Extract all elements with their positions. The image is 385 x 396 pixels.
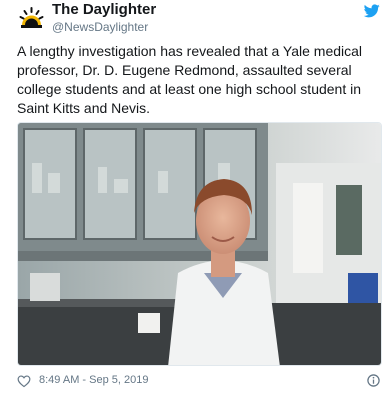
heart-icon[interactable] <box>17 374 31 388</box>
tweet-photo[interactable] <box>17 122 382 366</box>
tweet-card: The Daylighter @NewsDaylighter A lengthy… <box>0 0 385 396</box>
sunrise-logo-icon[interactable] <box>17 4 46 33</box>
tweet-header: The Daylighter @NewsDaylighter <box>17 1 385 37</box>
user-handle[interactable]: @NewsDaylighter <box>52 20 148 34</box>
twitter-bird-icon[interactable] <box>364 4 380 18</box>
tweet-body: A lengthy investigation has revealed tha… <box>17 43 363 116</box>
display-name[interactable]: The Daylighter <box>52 1 156 18</box>
lab-photo-image <box>18 123 381 365</box>
tweet-footer: 8:49 AM - Sep 5, 2019 <box>17 374 385 390</box>
tweet-timestamp[interactable]: 8:49 AM - Sep 5, 2019 <box>39 374 148 386</box>
info-icon[interactable] <box>367 374 380 387</box>
